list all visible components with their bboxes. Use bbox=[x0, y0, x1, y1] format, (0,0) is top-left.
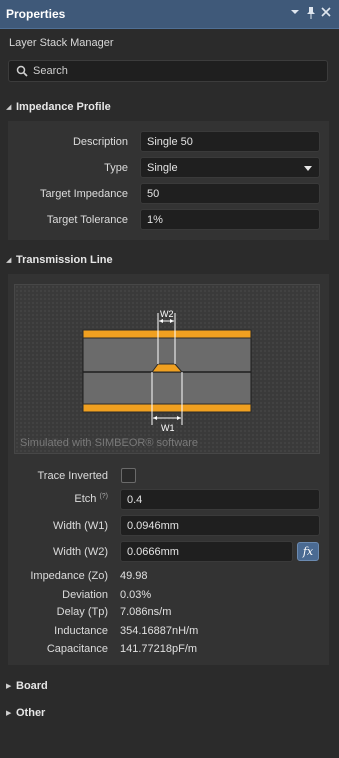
top-plane-copper bbox=[82, 329, 252, 339]
impedance-value: 49.98 bbox=[120, 570, 148, 582]
capacitance-label: Capacitance bbox=[46, 643, 108, 655]
section-title: Transmission Line bbox=[16, 254, 113, 266]
delay-value: 7.086ns/m bbox=[120, 606, 172, 618]
section-title: Other bbox=[16, 707, 46, 719]
bottom-plane-copper bbox=[82, 403, 252, 413]
help-icon[interactable]: (?) bbox=[99, 493, 108, 500]
trace-inverted-label: Trace Inverted bbox=[37, 470, 108, 482]
etch-field[interactable]: 0.4 bbox=[120, 489, 320, 510]
target-tolerance-field[interactable]: 1% bbox=[140, 209, 320, 230]
width-w1-field[interactable]: 0.0946mm bbox=[120, 515, 320, 536]
target-tolerance-label: Target Tolerance bbox=[46, 214, 128, 226]
section-title: Board bbox=[16, 680, 48, 692]
search-input[interactable] bbox=[33, 63, 313, 79]
collapse-triangle-icon: ◢ bbox=[6, 104, 12, 111]
trace-inverted-checkbox[interactable] bbox=[121, 468, 136, 483]
panel-menu-icon[interactable] bbox=[288, 7, 302, 21]
section-transmission-line[interactable]: ◢ Transmission Line bbox=[6, 254, 113, 270]
panel-titlebar: Properties bbox=[0, 0, 339, 29]
section-board[interactable]: ▶ Board bbox=[6, 680, 48, 696]
close-icon[interactable] bbox=[319, 7, 333, 21]
section-impedance-profile[interactable]: ◢ Impedance Profile bbox=[6, 101, 111, 117]
section-title: Impedance Profile bbox=[16, 101, 111, 113]
deviation-label: Deviation bbox=[62, 589, 108, 601]
collapse-triangle-icon: ◢ bbox=[6, 257, 12, 264]
delay-label: Delay (Tp) bbox=[56, 606, 108, 618]
description-field[interactable]: Single 50 bbox=[140, 131, 320, 152]
w2-dimension-label: W2 bbox=[160, 309, 174, 319]
type-select-value: Single bbox=[147, 162, 178, 174]
chevron-down-icon bbox=[304, 166, 312, 171]
impedance-label: Impedance (Zo) bbox=[30, 570, 108, 582]
type-label: Type bbox=[104, 162, 128, 174]
description-label: Description bbox=[72, 136, 128, 148]
search-box[interactable] bbox=[8, 60, 328, 82]
inductance-value: 354.16887nH/m bbox=[120, 625, 199, 637]
width-w2-label: Width (W2) bbox=[53, 546, 108, 558]
capacitance-value: 141.77218pF/m bbox=[120, 643, 198, 655]
section-other[interactable]: ▶ Other bbox=[6, 707, 45, 723]
target-impedance-field[interactable]: 50 bbox=[140, 183, 320, 204]
width-w1-label: Width (W1) bbox=[53, 520, 108, 532]
etch-label: Etch (?) bbox=[20, 493, 108, 505]
etch-label-text: Etch bbox=[74, 493, 97, 505]
expand-triangle-icon: ▶ bbox=[6, 683, 12, 690]
target-impedance-label: Target Impedance bbox=[39, 188, 128, 200]
type-select[interactable]: Single bbox=[140, 157, 320, 178]
stackup-diagram: W2 W1 Simulated with SIMBEOR® software bbox=[14, 284, 320, 454]
w1-dimension-label: W1 bbox=[161, 423, 175, 433]
simbeor-credit: Simulated with SIMBEOR® software bbox=[20, 437, 199, 449]
expand-triangle-icon: ▶ bbox=[6, 710, 12, 717]
search-icon bbox=[16, 65, 28, 77]
width-w2-field[interactable]: 0.0666mm bbox=[120, 541, 293, 562]
panel-title: Properties bbox=[6, 7, 66, 21]
stripline-cross-section: W2 W1 bbox=[82, 309, 252, 433]
inductance-label: Inductance bbox=[54, 625, 108, 637]
pin-icon[interactable] bbox=[304, 7, 318, 21]
fx-formula-button[interactable]: fx bbox=[297, 542, 319, 561]
panel-subtitle: Layer Stack Manager bbox=[9, 37, 114, 49]
deviation-value: 0.03% bbox=[120, 589, 152, 601]
